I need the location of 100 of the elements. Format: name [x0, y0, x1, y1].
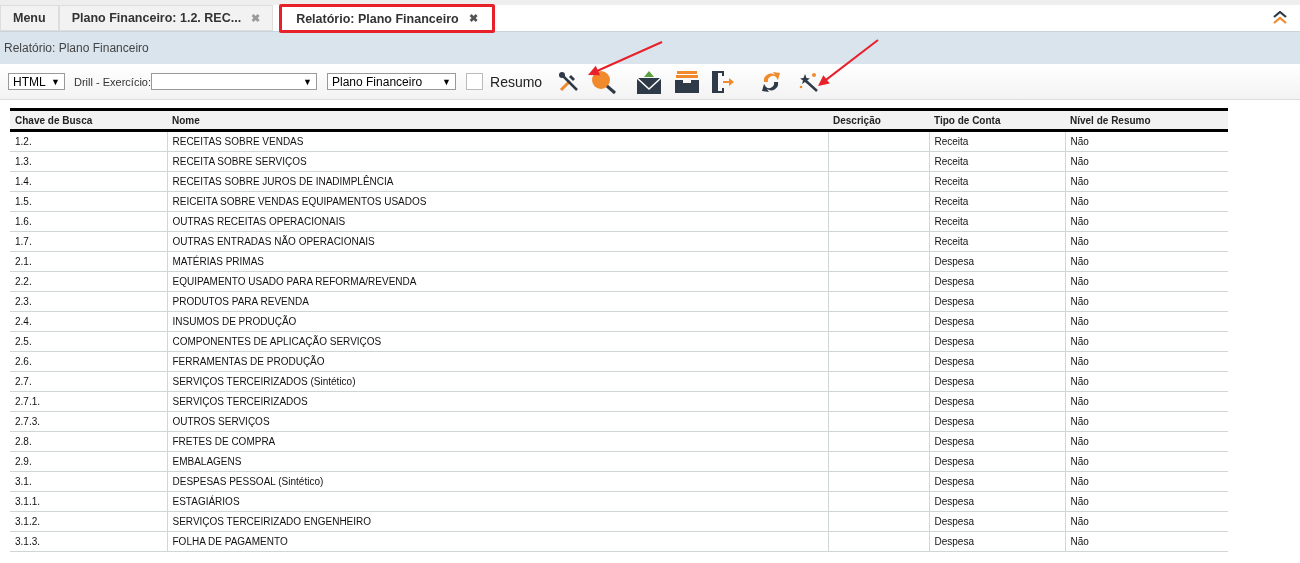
tab[interactable]: Relatório: Plano Financeiro ✖ [279, 4, 495, 33]
report-select[interactable]: Plano Financeiro ▼ [327, 73, 456, 90]
table-cell: Não [1065, 511, 1228, 532]
table-cell: FRETES DE COMPRA [167, 431, 828, 452]
table-cell: RECEITAS SOBRE JUROS DE INADIMPLÊNCIA [167, 171, 828, 192]
table-cell: RECEITAS SOBRE VENDAS [167, 130, 828, 152]
table-cell: Despesa [929, 271, 1065, 292]
table-cell: 1.4. [10, 171, 167, 192]
table-cell: Não [1065, 151, 1228, 172]
table-cell: 2.7.1. [10, 391, 167, 412]
table-cell: SERVIÇOS TERCEIRIZADOS (Sintético) [167, 371, 828, 392]
column-header: Nome [167, 109, 828, 131]
table-cell: Não [1065, 351, 1228, 372]
table-cell: Despesa [929, 411, 1065, 432]
drill-label: Drill - Exercício: [74, 75, 151, 88]
format-select[interactable]: HTML ▼ [8, 73, 65, 90]
table-cell: Não [1065, 371, 1228, 392]
table-cell: 1.6. [10, 211, 167, 232]
collapse-icon[interactable] [1272, 11, 1288, 25]
table-cell: RECEITA SOBRE SERVIÇOS [167, 151, 828, 172]
table-cell: Despesa [929, 331, 1065, 352]
table-cell: EMBALAGENS [167, 451, 828, 472]
table-cell: Despesa [929, 351, 1065, 372]
resumo-label: Resumo [490, 73, 543, 90]
table-cell: Não [1065, 291, 1228, 312]
table-cell: PRODUTOS PARA REVENDA [167, 291, 828, 312]
column-header: Chave de Busca [10, 109, 167, 131]
table-cell: 2.3. [10, 291, 167, 312]
table-cell: 1.7. [10, 231, 167, 252]
table-cell: INSUMOS DE PRODUÇÃO [167, 311, 828, 332]
table-cell: Receita [929, 151, 1065, 172]
column-header: Tipo de Conta [929, 109, 1065, 131]
table-cell: Não [1065, 451, 1228, 472]
tab[interactable]: Plano Financeiro: 1.2. REC... ✖ [58, 5, 274, 31]
table-cell: Despesa [929, 491, 1065, 512]
table-cell: FERRAMENTAS DE PRODUÇÃO [167, 351, 828, 372]
table-cell: 1.3. [10, 151, 167, 172]
table-cell: DESPESAS PESSOAL (Sintético) [167, 471, 828, 492]
table-cell: 3.1.3. [10, 531, 167, 552]
table-cell: Não [1065, 411, 1228, 432]
column-header: Descrição [828, 109, 929, 131]
table-cell: 3.1.1. [10, 491, 167, 512]
table-cell: Receita [929, 231, 1065, 252]
table-cell: Não [1065, 211, 1228, 232]
table-cell: Despesa [929, 311, 1065, 332]
annotation-arrow [818, 39, 879, 86]
table-cell: Não [1065, 391, 1228, 412]
table-cell: 2.9. [10, 451, 167, 472]
table-cell: Não [1065, 231, 1228, 252]
exercise-select[interactable]: ▼ [151, 73, 317, 90]
table-cell: Despesa [929, 251, 1065, 272]
refresh-icon[interactable] [760, 69, 783, 94]
table-cell: 2.2. [10, 271, 167, 292]
table-cell: Despesa [929, 431, 1065, 452]
table-cell: Despesa [929, 371, 1065, 392]
table-cell: 1.2. [10, 130, 167, 152]
table-cell: SERVIÇOS TERCEIRIZADO ENGENHEIRO [167, 511, 828, 532]
table-cell: 1.5. [10, 191, 167, 212]
breadcrumb: Relatório: Plano Financeiro [4, 41, 149, 55]
column-header: Nível de Resumo [1065, 109, 1228, 131]
table-cell: Não [1065, 311, 1228, 332]
table-cell: Não [1065, 471, 1228, 492]
table-cell: 2.4. [10, 311, 167, 332]
table-cell: Receita [929, 191, 1065, 212]
table-cell: ESTAGIÁRIOS [167, 491, 828, 512]
inbox-icon[interactable] [674, 68, 701, 95]
table-cell: Despesa [929, 471, 1065, 492]
table-cell: Não [1065, 331, 1228, 352]
table-cell: COMPONENTES DE APLICAÇÃO SERVIÇOS [167, 331, 828, 352]
search-icon[interactable] [590, 68, 619, 95]
table-cell: EQUIPAMENTO USADO PARA REFORMA/REVENDA [167, 271, 828, 292]
table-cell: Não [1065, 271, 1228, 292]
table-cell: OUTROS SERVIÇOS [167, 411, 828, 432]
table-cell: Despesa [929, 291, 1065, 312]
table-cell: 2.7.3. [10, 411, 167, 432]
close-icon[interactable]: ✖ [468, 12, 478, 25]
table-cell: Não [1065, 251, 1228, 272]
table-cell: Não [1065, 191, 1228, 212]
table-cell: Despesa [929, 391, 1065, 412]
table-cell: REICEITA SOBRE VENDAS EQUIPAMENTOS USADOS [167, 191, 828, 212]
table-cell: Receita [929, 130, 1065, 152]
table-cell: 2.6. [10, 351, 167, 372]
table-cell: 2.8. [10, 431, 167, 452]
table-cell: Receita [929, 171, 1065, 192]
table-cell: Despesa [929, 451, 1065, 472]
table-cell: SERVIÇOS TERCEIRIZADOS [167, 391, 828, 412]
table-cell: 3.1. [10, 471, 167, 492]
table-cell: Não [1065, 130, 1228, 152]
table-cell: 2.5. [10, 331, 167, 352]
table-cell: 2.7. [10, 371, 167, 392]
table-cell: OUTRAS RECEITAS OPERACIONAIS [167, 211, 828, 232]
tab[interactable]: Menu [0, 5, 59, 31]
resumo-checkbox[interactable] [466, 73, 483, 90]
table-cell: Não [1065, 531, 1228, 552]
table-cell: Não [1065, 431, 1228, 452]
table-cell: 2.1. [10, 251, 167, 272]
table-cell: Não [1065, 491, 1228, 512]
table-cell: 3.1.2. [10, 511, 167, 532]
table-cell: FOLHA DE PAGAMENTO [167, 531, 828, 552]
table-cell: Não [1065, 171, 1228, 192]
